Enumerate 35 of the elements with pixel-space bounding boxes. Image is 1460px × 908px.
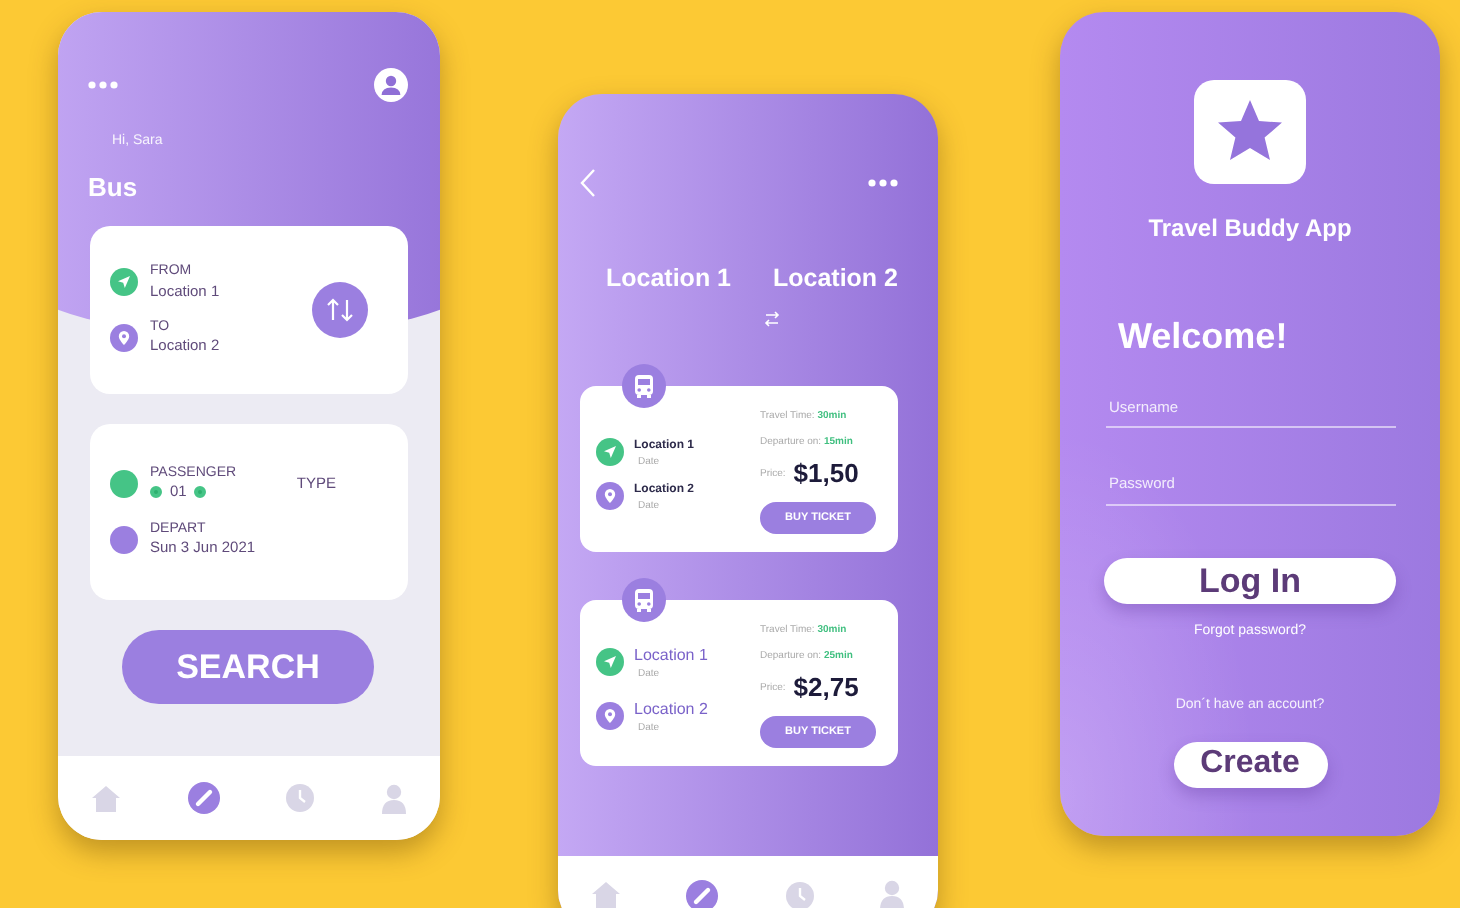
passenger-circle-icon bbox=[110, 469, 138, 498]
back-icon[interactable] bbox=[580, 168, 596, 198]
clock-icon[interactable] bbox=[286, 784, 315, 812]
page-title: Bus bbox=[88, 169, 140, 205]
location-title: Location 2 bbox=[772, 262, 898, 296]
compass-icon[interactable] bbox=[187, 782, 220, 814]
from-location-icon bbox=[596, 438, 624, 467]
create-button[interactable]: Create bbox=[1173, 741, 1327, 787]
search-button[interactable]: SEARCH bbox=[122, 630, 374, 704]
app-logo-icon bbox=[1194, 80, 1306, 184]
location-text: Location 1 bbox=[634, 643, 708, 668]
price-text: $2,75 bbox=[793, 669, 859, 706]
swap-icon[interactable] bbox=[764, 309, 780, 328]
home-icon[interactable] bbox=[91, 785, 120, 811]
clock-icon[interactable] bbox=[785, 881, 814, 908]
decrease-button[interactable] bbox=[150, 486, 162, 499]
depart-circle-icon bbox=[110, 526, 138, 555]
profile-icon[interactable] bbox=[374, 68, 408, 102]
increase-button[interactable] bbox=[194, 486, 207, 499]
from-location-icon bbox=[596, 647, 624, 676]
to-location-icon bbox=[596, 482, 624, 511]
home-icon[interactable] bbox=[591, 882, 620, 908]
compass-icon[interactable] bbox=[686, 879, 719, 908]
app-name: Travel Buddy App bbox=[1148, 212, 1352, 246]
to-location-icon bbox=[596, 701, 624, 730]
log-in-button[interactable]: Log In bbox=[1104, 557, 1396, 603]
to-location-icon bbox=[110, 323, 138, 352]
welcome-title: Welcome! bbox=[1118, 314, 1288, 360]
menu-icon[interactable] bbox=[88, 80, 118, 90]
from-location-icon bbox=[110, 268, 138, 297]
price-text: $1,50 bbox=[793, 455, 859, 492]
swap-icon[interactable] bbox=[312, 282, 368, 338]
menu-icon[interactable] bbox=[868, 178, 898, 188]
location-title: Location 1 bbox=[606, 262, 732, 296]
location-text: Location 2 bbox=[634, 697, 708, 722]
